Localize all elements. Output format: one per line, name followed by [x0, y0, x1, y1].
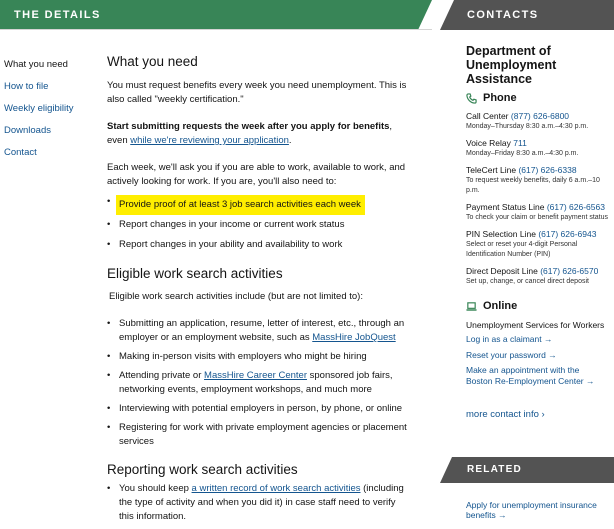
- list-item: Attending private or MassHire Career Cen…: [107, 369, 412, 397]
- masshire-jobquest-link[interactable]: MassHire JobQuest: [312, 332, 395, 343]
- direct-deposit-phone-link[interactable]: (617) 626-6570: [540, 266, 598, 276]
- reset-password-link[interactable]: Reset your password →: [466, 350, 614, 361]
- telecert-contact: TeleCert Line (617) 626-6338 To request …: [466, 165, 600, 194]
- masshire-career-center-link[interactable]: MassHire Career Center: [204, 370, 307, 381]
- heading-reporting: Reporting work search activities: [107, 462, 298, 477]
- start-paragraph: Start submitting requests the week after…: [107, 120, 412, 148]
- report-list: You should keep a written record of work…: [107, 482, 412, 524]
- pin-phone-link[interactable]: (617) 626-6943: [538, 229, 596, 239]
- related-header: RELATED: [440, 457, 614, 483]
- call-center-contact: Call Center (877) 626-6800 Monday–Thursd…: [466, 111, 589, 130]
- review-link[interactable]: while we're reviewing your application: [130, 135, 289, 146]
- list-item: Report changes in your income or current…: [107, 218, 412, 232]
- call-center-phone-link[interactable]: (877) 626-6800: [511, 111, 569, 121]
- voice-relay-link[interactable]: 711: [513, 138, 527, 148]
- period: .: [288, 135, 292, 146]
- list-item: Report changes in your ability and avail…: [107, 238, 412, 252]
- list-item: Submitting an application, resume, lette…: [107, 317, 412, 345]
- list-item: Making in-person visits with employers w…: [107, 350, 412, 364]
- login-claimant-link[interactable]: Log in as a claimant →: [466, 334, 614, 345]
- start-bold: Start submitting requests the week after…: [107, 121, 390, 132]
- page-nav: What you need How to file Weekly eligibi…: [4, 58, 94, 168]
- nav-item-weekly-eligibility[interactable]: Weekly eligibility: [4, 102, 94, 124]
- contacts-sidebar: Department of Unemployment Assistance Ph…: [466, 44, 614, 420]
- activity-list: Submitting an application, resume, lette…: [107, 317, 412, 449]
- contacts-title: CONTACTS: [467, 9, 539, 21]
- details-header: THE DETAILS: [0, 0, 432, 30]
- pin-contact: PIN Selection Line (617) 626-6943 Select…: [466, 229, 597, 258]
- payment-status-contact: Payment Status Line (617) 626-6563 To ch…: [466, 202, 609, 221]
- details-divider: [0, 29, 432, 30]
- list-item: You should keep a written record of work…: [107, 482, 412, 524]
- contacts-header: CONTACTS: [440, 0, 614, 30]
- more-contact-info-link[interactable]: more contact info ›: [466, 409, 614, 420]
- heading-what-you-need: What you need: [107, 54, 198, 69]
- online-heading: Online: [466, 301, 614, 312]
- apply-benefits-link[interactable]: Apply for unemployment insurance benefit…: [466, 500, 611, 520]
- nav-item-downloads[interactable]: Downloads: [4, 124, 94, 146]
- appointment-link[interactable]: Make an appointment with the Boston Re-E…: [466, 365, 606, 387]
- direct-deposit-contact: Direct Deposit Line (617) 626-6570 Set u…: [466, 266, 599, 285]
- chevron-right-icon: ›: [541, 409, 545, 420]
- online-description: Unemployment Services for Workers: [466, 320, 605, 330]
- written-record-link[interactable]: a written record of work search activiti…: [192, 483, 361, 494]
- org-name: Department of Unemployment Assistance: [466, 44, 557, 86]
- laptop-icon: [466, 302, 477, 311]
- list-item: Provide proof of at least 3 job search a…: [107, 195, 412, 215]
- nav-item-what-you-need[interactable]: What you need: [4, 58, 94, 80]
- details-title: THE DETAILS: [14, 9, 101, 21]
- related-title: RELATED: [467, 464, 522, 475]
- nav-item-how-to-file[interactable]: How to file: [4, 80, 94, 102]
- telecert-phone-link[interactable]: (617) 626-6338: [518, 165, 576, 175]
- phone-heading: Phone: [466, 93, 614, 104]
- intro-text: You must request benefits every week you…: [107, 80, 407, 105]
- list-item: Registering for work with private employ…: [107, 421, 412, 449]
- main-content: What you need You must request benefits …: [107, 53, 412, 524]
- voice-relay-contact: Voice Relay 711 Monday–Friday 8:30 a.m.–…: [466, 138, 579, 157]
- payment-status-phone-link[interactable]: (617) 626-6563: [547, 202, 605, 212]
- eligible-intro: Eligible work search activities include …: [109, 291, 363, 302]
- highlighted-requirement: Provide proof of at least 3 job search a…: [116, 195, 365, 215]
- heading-eligible-activities: Eligible work search activities: [107, 266, 283, 281]
- need-list: Provide proof of at least 3 job search a…: [107, 195, 412, 252]
- nav-item-contact[interactable]: Contact: [4, 146, 94, 168]
- phone-icon: [466, 93, 477, 104]
- list-item: Interviewing with potential employers in…: [107, 402, 412, 416]
- each-week-text: Each week, we'll ask you if you are able…: [107, 162, 406, 187]
